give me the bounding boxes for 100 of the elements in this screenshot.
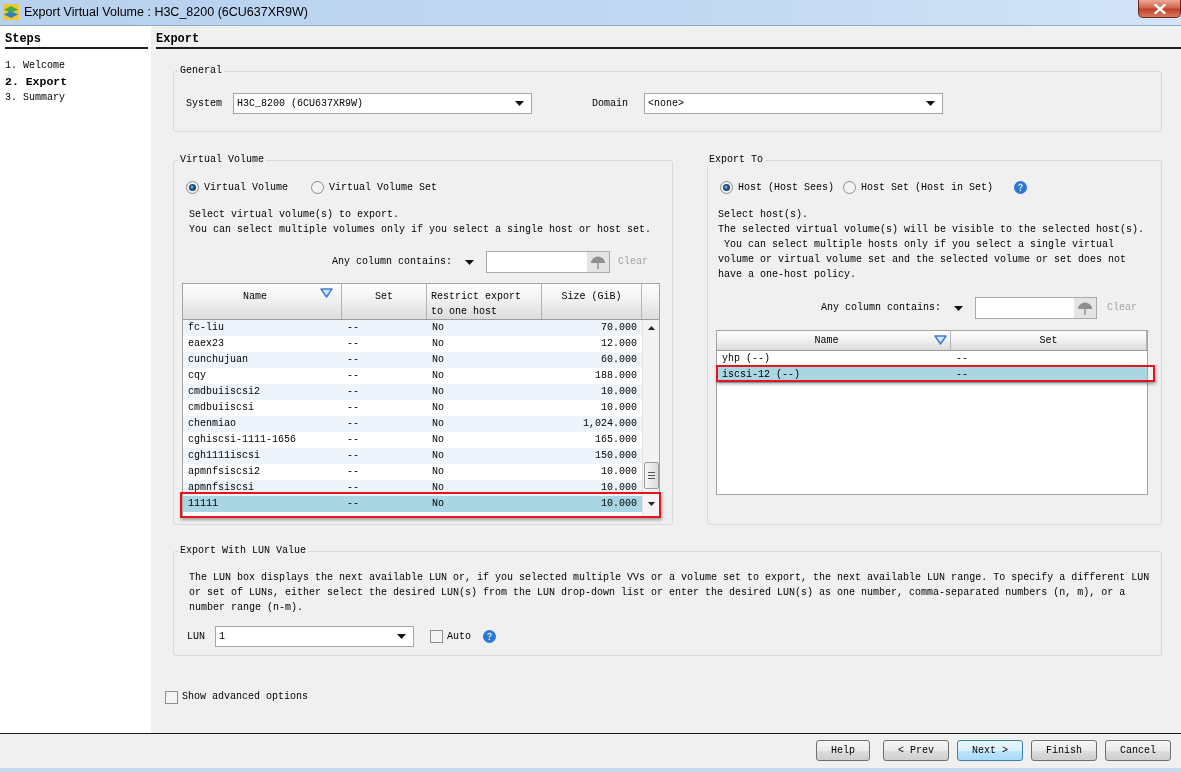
checkbox-label[interactable]: Auto bbox=[447, 629, 472, 644]
table-cell-text: No bbox=[431, 385, 445, 399]
table-cell-text: yhp (--) bbox=[721, 352, 771, 366]
instruction-text: You can select multiple volumes only if you select a single host or host set. bbox=[189, 223, 652, 237]
table-cell-text: No bbox=[431, 497, 445, 511]
column-header[interactable]: Name bbox=[717, 331, 951, 350]
table-cell-text: 70.000 bbox=[600, 321, 638, 335]
table-cell-text: cgh1111iscsi bbox=[187, 449, 261, 463]
table-row[interactable]: chenmiao -- No 1,024.000 bbox=[183, 416, 642, 432]
table-cell-text: 1,024.000 bbox=[582, 417, 638, 431]
scrollbar-thumb[interactable] bbox=[643, 462, 659, 489]
table-cell-text: No bbox=[431, 353, 445, 367]
table-cell-text: 11111 bbox=[187, 497, 219, 511]
step-item: 1. Welcome bbox=[5, 59, 65, 73]
panel-title: Virtual Volume bbox=[179, 154, 265, 166]
table-cell-text: No bbox=[431, 449, 445, 463]
table-cell-text: 12.000 bbox=[600, 337, 638, 351]
table-cell-text: No bbox=[431, 369, 445, 383]
table-cell-text: 165.000 bbox=[594, 433, 638, 447]
table-cell-text: -- bbox=[346, 337, 360, 351]
table-cell-text: apmnfsiscsi2 bbox=[187, 465, 261, 479]
umbrella-icon[interactable] bbox=[587, 252, 609, 272]
checkbox[interactable] bbox=[165, 690, 178, 704]
caret-icon bbox=[515, 101, 524, 106]
table-cell-text: -- bbox=[346, 321, 360, 335]
window-title: Export Virtual Volume : H3C_8200 (6CU637XR9W) bbox=[24, 4, 308, 20]
radio-label[interactable]: Host Set (Host in Set) bbox=[861, 180, 994, 195]
checkbox-label[interactable]: Show advanced options bbox=[182, 690, 309, 704]
column-header[interactable]: Set bbox=[342, 284, 427, 319]
field-label: LUN bbox=[187, 629, 205, 644]
help-icon[interactable] bbox=[1014, 181, 1028, 194]
table-cell-text: -- bbox=[346, 497, 360, 511]
filter-label: Any column contains: bbox=[331, 255, 452, 269]
panel-title: Export With LUN Value bbox=[179, 545, 308, 557]
table-row[interactable]: fc-liu -- No 70.000 bbox=[183, 320, 642, 336]
help-icon[interactable] bbox=[483, 630, 497, 643]
table-cell-text: 150.000 bbox=[594, 449, 638, 463]
table-cell-text: 10.000 bbox=[600, 401, 638, 415]
table-cell-text: -- bbox=[346, 433, 360, 447]
step-item: 2. Export bbox=[5, 74, 68, 90]
filter-label: Any column contains: bbox=[820, 301, 941, 315]
wizard-button[interactable]: Cancel bbox=[1105, 740, 1171, 761]
close-icon bbox=[1153, 3, 1166, 14]
checkbox[interactable] bbox=[430, 630, 443, 643]
instruction-text: Select host(s). bbox=[718, 208, 808, 222]
table-cell-text: No bbox=[431, 481, 445, 495]
table-cell-text: -- bbox=[955, 352, 969, 366]
radio-button[interactable] bbox=[843, 181, 856, 194]
table-cell-text: -- bbox=[346, 353, 360, 367]
section-title: Steps bbox=[5, 33, 148, 49]
wizard-button[interactable]: < Prev bbox=[882, 740, 949, 761]
scrollbar[interactable] bbox=[642, 320, 659, 517]
umbrella-icon[interactable] bbox=[1074, 298, 1096, 318]
table-row[interactable]: cmdbuiiscsi2 -- No 10.000 bbox=[183, 384, 642, 400]
sort-icon bbox=[934, 335, 947, 345]
radio-label[interactable]: Virtual Volume Set bbox=[329, 180, 438, 195]
lun-dropdown[interactable]: 1 bbox=[215, 626, 414, 647]
table-row[interactable]: cunchujuan -- No 60.000 bbox=[183, 352, 642, 368]
filter-field[interactable] bbox=[486, 251, 610, 273]
filter-field[interactable] bbox=[975, 297, 1097, 319]
column-header[interactable]: Set bbox=[951, 331, 1147, 350]
close-button[interactable] bbox=[1138, 0, 1181, 18]
caret-icon bbox=[926, 101, 936, 106]
system-dropdown[interactable]: H3C_8200 (6CU637XR9W) bbox=[233, 93, 532, 114]
table-cell-text: -- bbox=[346, 369, 360, 383]
radio-button[interactable] bbox=[720, 181, 733, 194]
field-label: Domain bbox=[592, 96, 629, 111]
column-header[interactable]: Restrict export to one host bbox=[427, 284, 542, 319]
radio-label[interactable]: Host (Host Sees) bbox=[738, 180, 834, 195]
wizard-button[interactable]: Next > bbox=[956, 740, 1023, 761]
table-cell-text: fc-liu bbox=[187, 321, 225, 335]
instruction-text: Select virtual volume(s) to export. bbox=[189, 208, 400, 222]
caret-icon bbox=[397, 634, 406, 639]
table-cell-text: apmnfsiscsi bbox=[187, 481, 255, 495]
table-cell-text: -- bbox=[346, 417, 360, 431]
instruction-text: The selected virtual volume(s) will be visible to the selected host(s). bbox=[718, 223, 1145, 237]
caret-icon[interactable] bbox=[465, 259, 474, 265]
panel-title: General bbox=[179, 65, 223, 77]
column-header[interactable]: Name bbox=[183, 284, 342, 319]
step-item: 3. Summary bbox=[5, 91, 65, 105]
radio-button[interactable] bbox=[311, 181, 324, 194]
arrow-down-icon[interactable] bbox=[647, 502, 655, 506]
table-cell-text: 60.000 bbox=[600, 353, 638, 367]
table-row[interactable]: cgh1111iscsi -- No 150.000 bbox=[183, 448, 642, 464]
table-cell-text: chenmiao bbox=[187, 417, 237, 431]
wizard-button[interactable]: Finish bbox=[1030, 740, 1097, 761]
caret-icon[interactable] bbox=[954, 305, 963, 311]
stacked-layers-icon bbox=[3, 4, 19, 20]
table-cell-text: No bbox=[431, 417, 445, 431]
table-cell-text: -- bbox=[955, 368, 969, 382]
table-cell-text: No bbox=[431, 337, 445, 351]
table-row[interactable]: 11111 -- No 10.000 bbox=[183, 496, 642, 512]
table-cell-text: No bbox=[431, 465, 445, 479]
column-header[interactable]: Size (GiB) bbox=[542, 284, 642, 319]
wizard-button[interactable]: Help bbox=[815, 740, 870, 761]
radio-label[interactable]: Virtual Volume bbox=[204, 180, 288, 195]
arrow-up-icon[interactable] bbox=[647, 326, 655, 330]
domain-dropdown[interactable]: <none> bbox=[644, 93, 944, 114]
radio-button[interactable] bbox=[186, 181, 199, 194]
table-cell-text: No bbox=[431, 401, 445, 415]
